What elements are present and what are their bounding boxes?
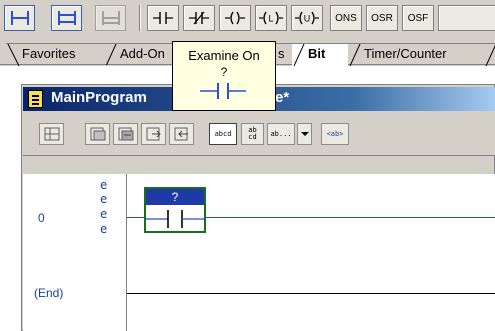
output-latch-icon: L — [259, 11, 283, 25]
verify-all-icon — [118, 127, 133, 141]
tooltip-title: Examine On — [188, 48, 260, 63]
ladder-editor[interactable]: 0 e e e e (End) ? — [23, 174, 495, 331]
examine-on-icon — [146, 210, 204, 228]
ab-more-label: ab... — [270, 130, 292, 138]
ab-more-button[interactable]: ab... — [267, 123, 295, 145]
rung-number: 0 — [38, 211, 45, 225]
xic-instruction[interactable]: ? — [144, 187, 206, 233]
osr-button[interactable]: OSR — [366, 5, 398, 31]
end-rung-line — [127, 293, 495, 294]
tab-timer-counter[interactable]: Timer/Counter — [348, 43, 484, 66]
tab-favorites[interactable]: Favorites — [6, 43, 104, 66]
osf-button[interactable]: OSF — [402, 5, 434, 31]
edit-marker: e — [100, 207, 108, 221]
abcd-label: abcd — [214, 130, 232, 138]
svg-text:L: L — [268, 14, 273, 24]
verify-button[interactable] — [85, 123, 110, 145]
window-title-tail: e* — [275, 89, 290, 106]
rung-button[interactable] — [4, 5, 35, 31]
branch-level-button[interactable] — [95, 5, 126, 31]
chevron-down-icon — [300, 132, 309, 136]
end-rung-label: (End) — [34, 286, 64, 300]
ab-cd-label: ab cd — [248, 126, 257, 141]
export-icon — [146, 127, 161, 141]
ote-button[interactable] — [219, 5, 251, 31]
output-energize-icon — [225, 11, 245, 25]
xio-button[interactable] — [183, 5, 215, 31]
dropdown-button[interactable] — [297, 123, 312, 145]
ab-cd-button[interactable]: ab cd — [241, 123, 264, 145]
rung-props-button[interactable] — [39, 123, 64, 145]
edit-marker: e — [100, 222, 108, 236]
tooltip-tag: ? — [220, 65, 228, 79]
ons-button[interactable]: ONS — [330, 5, 362, 31]
tab-bit[interactable]: Bit — [292, 43, 348, 66]
output-unlatch-icon: U — [295, 11, 319, 25]
ons-label: ONS — [335, 12, 357, 24]
tab-label: Timer/Counter — [364, 46, 447, 61]
instruction-toolbar: L U ONS OSR OSF — [0, 0, 495, 38]
verify-icon — [90, 127, 105, 141]
tab-overflow[interactable] — [484, 43, 495, 66]
instruction-tooltip: Examine On ? — [172, 41, 276, 111]
ab-tag-label: <ab> — [326, 130, 344, 138]
abcd-button[interactable]: abcd — [209, 123, 237, 145]
otl-button[interactable]: L — [255, 5, 287, 31]
xic-button[interactable] — [147, 5, 179, 31]
edit-marker: e — [100, 178, 108, 192]
otu-button[interactable]: U — [291, 5, 323, 31]
tab-label: Add-On — [120, 46, 165, 61]
examine-on-icon — [200, 83, 246, 99]
export-button[interactable] — [141, 123, 166, 145]
tab-label: Bit — [308, 46, 326, 61]
routine-toolbar: abcd ab cd ab... <ab> — [23, 111, 495, 156]
rung-icon — [10, 11, 29, 25]
ab-tag-button[interactable]: <ab> — [321, 123, 349, 145]
branch-icon — [57, 11, 76, 25]
examine-off-icon — [189, 11, 209, 25]
rung-props-icon — [44, 127, 59, 141]
branch-level-icon — [101, 11, 120, 25]
osf-label: OSF — [407, 12, 429, 24]
branch-button[interactable] — [51, 5, 82, 31]
tab-label: Favorites — [22, 46, 76, 61]
window-title: MainProgram — [51, 89, 147, 106]
import-button[interactable] — [169, 123, 194, 145]
tab-add-on[interactable]: Add-On — [104, 43, 174, 65]
left-power-rail — [126, 174, 127, 331]
verify-all-button[interactable] — [113, 123, 138, 145]
import-icon — [174, 127, 188, 141]
osr-label: OSR — [371, 12, 393, 24]
examine-on-icon — [153, 12, 173, 24]
routine-icon — [28, 90, 43, 108]
tab-label: s — [278, 46, 285, 61]
overflow-button[interactable] — [438, 5, 495, 31]
svg-text:U: U — [304, 14, 311, 24]
instruction-tag[interactable]: ? — [146, 189, 204, 205]
edit-marker: e — [100, 192, 108, 206]
